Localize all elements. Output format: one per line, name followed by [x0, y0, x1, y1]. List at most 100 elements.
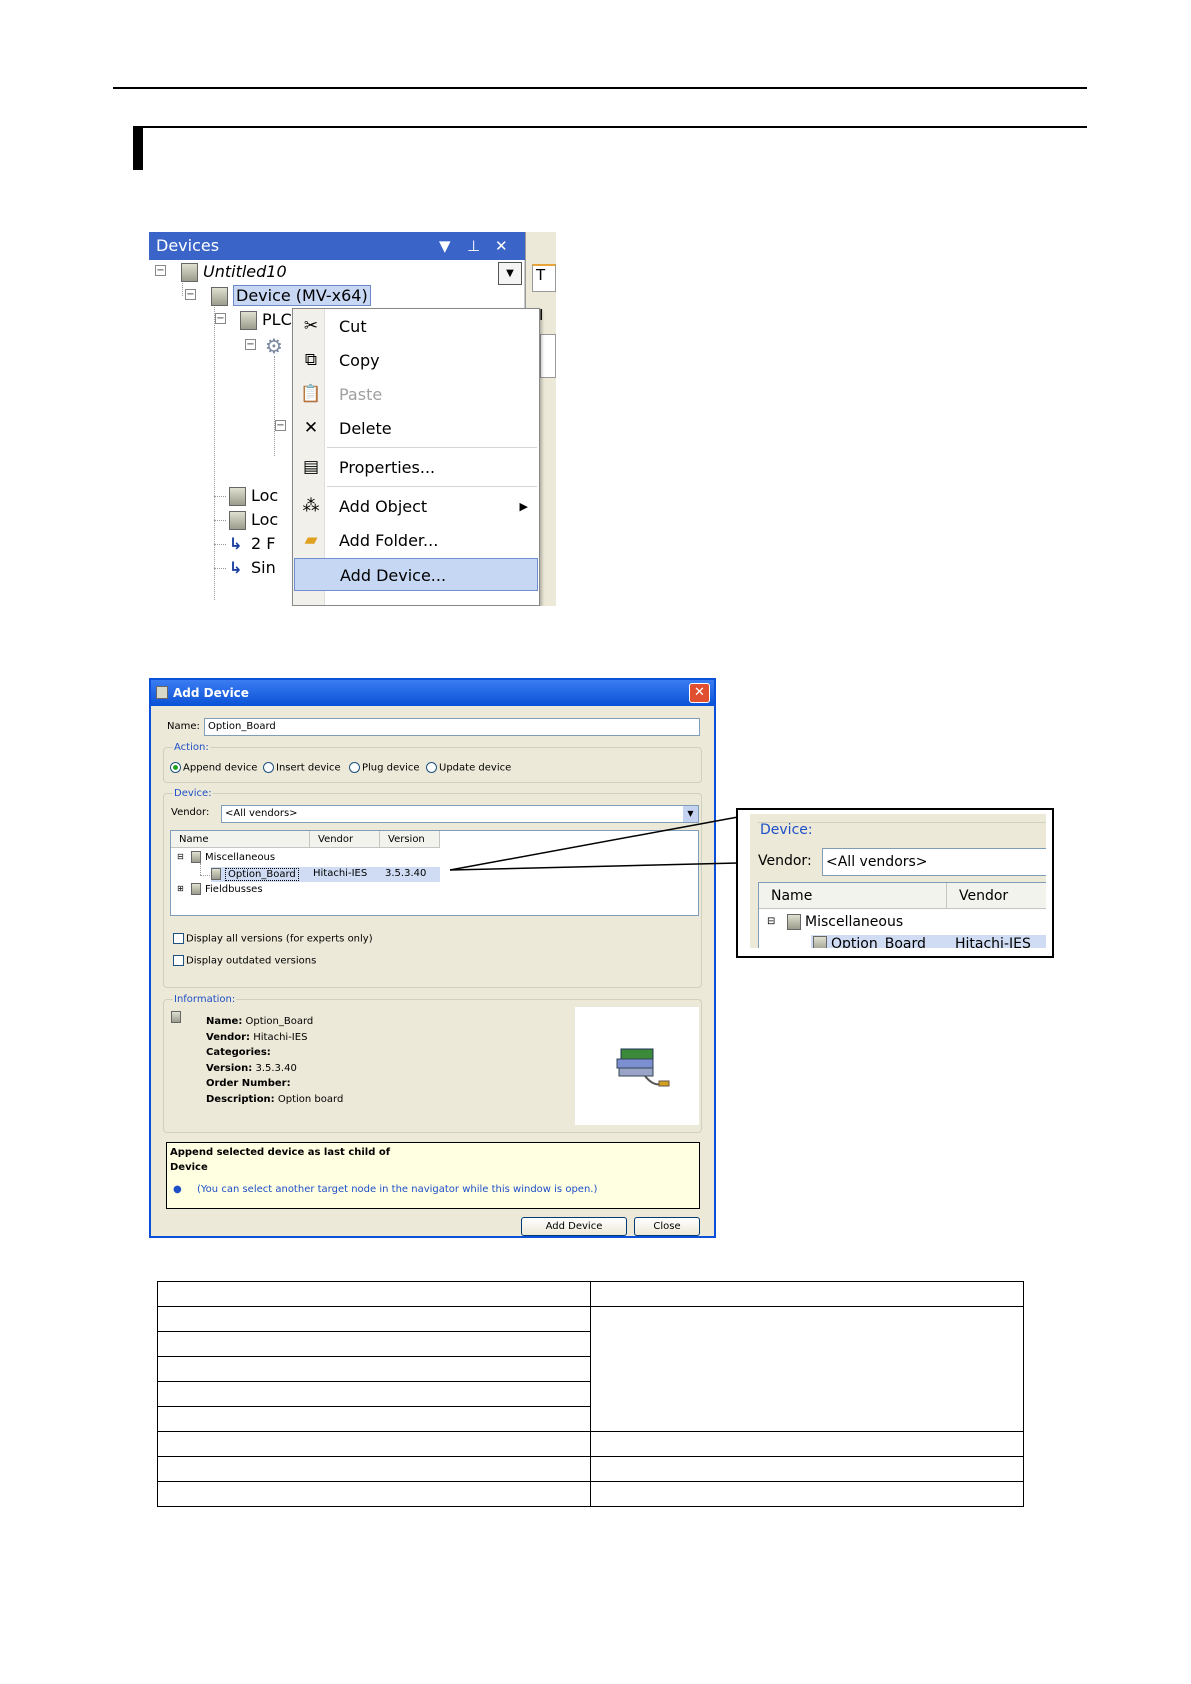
tree-collapse-toggle[interactable]: − — [215, 313, 226, 324]
column-header-name[interactable]: Name — [171, 831, 310, 848]
properties-icon: ▤ — [302, 457, 320, 477]
hint-line-2: Device — [170, 1162, 208, 1173]
name-label: Name: — [167, 721, 200, 732]
zoom-item-option-board[interactable]: Option_Board — [813, 936, 926, 948]
tree-item-sin[interactable]: ↳ Sin — [229, 558, 276, 577]
radio-insert-device[interactable]: Insert device — [263, 762, 341, 774]
zoom-group-miscellaneous[interactable]: Miscellaneous — [787, 914, 903, 930]
device-icon — [813, 936, 827, 948]
table-row — [157, 1456, 1024, 1482]
dropdown-arrow-icon[interactable]: ▼ — [439, 232, 451, 260]
zoom-item-vendor: Hitachi-IES — [955, 936, 1031, 948]
table-row — [157, 1431, 1024, 1457]
zoom-callout: Device: Vendor: <All vendors> Name Vendo… — [736, 808, 1054, 958]
paste-icon: 📋 — [300, 384, 322, 404]
add-device-dialog: Add Device ✕ Name: Option_Board Action: … — [149, 678, 716, 1238]
device-icon — [211, 287, 228, 306]
action-label: Action: — [173, 742, 210, 753]
menu-separator — [327, 447, 537, 448]
name-input[interactable]: Option_Board — [204, 718, 700, 736]
menu-item-delete[interactable]: ✕ Delete — [294, 412, 538, 445]
delete-icon: ✕ — [303, 418, 319, 438]
list-group-miscellaneous[interactable]: Miscellaneous — [191, 851, 275, 863]
zoom-column-name[interactable]: Name — [759, 883, 947, 909]
tree-collapse-toggle[interactable]: ⊟ — [177, 852, 184, 861]
menu-item-add-folder[interactable]: ▰ Add Folder... — [294, 524, 538, 557]
zoom-vendor-select[interactable]: <All vendors> — [822, 848, 1046, 876]
info-icon: ● — [173, 1184, 182, 1195]
axis-icon: ↳ — [229, 534, 243, 553]
tree-collapse-toggle[interactable]: − — [245, 339, 256, 350]
checkbox-display-outdated[interactable]: Display outdated versions — [173, 955, 316, 967]
specification-table — [157, 1281, 1024, 1507]
devices-panel-title: Devices — [156, 236, 220, 255]
menu-item-add-object[interactable]: ⁂ Add Object ▶ — [294, 490, 538, 523]
tree-item-loc-1[interactable]: Loc — [229, 486, 278, 506]
table-row — [157, 1281, 1024, 1307]
zoom-vendor-label: Vendor: — [758, 853, 812, 869]
folder-icon: ▰ — [304, 530, 318, 550]
radio-icon — [349, 762, 360, 773]
menu-item-properties[interactable]: ▤ Properties... — [294, 451, 538, 484]
chevron-down-icon[interactable]: ▼ — [498, 262, 522, 285]
context-menu: ✂ Cut ⧉ Copy 📋 Paste ✕ Delete ▤ Properti… — [292, 308, 540, 606]
menu-item-paste: 📋 Paste — [300, 384, 383, 404]
option-board-icon — [616, 1048, 670, 1087]
device-icon — [191, 883, 201, 895]
device-icon — [156, 686, 168, 699]
list-item-version: 3.5.3.40 — [385, 868, 427, 879]
tree-item-2f[interactable]: ↳ 2 F — [229, 534, 275, 553]
device-icon — [191, 851, 201, 863]
device-info-text: Name: Option_Board Vendor: Hitachi-IES C… — [206, 1016, 344, 1105]
zoom-column-vendor[interactable]: Vendor — [947, 883, 1046, 909]
gear-icon: ⚙ — [265, 334, 283, 358]
checkbox-display-all-versions[interactable]: Display all versions (for experts only) — [173, 933, 373, 945]
menu-item-copy[interactable]: ⧉ Copy — [294, 344, 538, 377]
dialog-close-button[interactable]: ✕ — [689, 683, 710, 703]
scissors-icon: ✂ — [303, 316, 319, 336]
table-row — [157, 1481, 1024, 1507]
tree-expand-toggle[interactable]: ⊞ — [177, 884, 184, 893]
menu-item-add-device[interactable]: Add Device... — [294, 558, 538, 591]
zoom-device-label: Device: — [760, 822, 813, 838]
tree-item-device[interactable]: Device (MV-x64) — [211, 285, 371, 306]
section-heading-rule — [133, 126, 1087, 128]
devices-panel-screenshot: Devices ▼ ⊥ ✕ T I − Untitled10 ▼ − Devic… — [149, 232, 556, 606]
device-icon — [211, 868, 221, 880]
tree-item-project[interactable]: Untitled10 — [181, 262, 287, 282]
add-object-icon: ⁂ — [302, 496, 320, 516]
tree-item-loc-2[interactable]: Loc — [229, 510, 278, 530]
radio-append-device[interactable]: Append device — [170, 762, 257, 774]
menu-item-cut[interactable]: ✂ Cut — [294, 310, 538, 343]
pin-icon[interactable]: ⊥ — [467, 232, 480, 260]
copy-icon: ⧉ — [304, 350, 318, 370]
hint-line-1: Append selected device as last child of — [170, 1147, 391, 1158]
column-header-vendor[interactable]: Vendor — [310, 831, 380, 848]
radio-selected-icon — [170, 762, 181, 773]
radio-update-device[interactable]: Update device — [426, 762, 511, 774]
list-group-fieldbusses[interactable]: Fieldbusses — [191, 883, 263, 895]
information-label: Information: — [173, 994, 237, 1005]
hint-panel: Append selected device as last child of … — [166, 1142, 700, 1209]
device-icon — [229, 487, 246, 506]
add-device-button[interactable]: Add Device — [521, 1217, 627, 1236]
tree-collapse-toggle[interactable]: − — [185, 289, 196, 300]
close-button[interactable]: Close — [634, 1217, 700, 1236]
axis-icon: ↳ — [229, 558, 243, 577]
editor-tab[interactable]: T — [532, 264, 556, 292]
list-item-option-board[interactable]: Option_Board — [211, 868, 299, 881]
tree-collapse-toggle[interactable]: ⊟ — [767, 916, 775, 927]
tree-item-plc[interactable]: PLC — [240, 310, 292, 330]
device-group-label: Device: — [173, 788, 213, 799]
radio-icon — [263, 762, 274, 773]
vendor-label: Vendor: — [171, 807, 210, 818]
column-header-version[interactable]: Version — [380, 831, 440, 848]
device-icon — [171, 1011, 181, 1023]
hint-note: (You can select another target node in t… — [197, 1184, 598, 1195]
tree-collapse-toggle[interactable]: − — [155, 265, 166, 276]
radio-plug-device[interactable]: Plug device — [349, 762, 420, 774]
tree-collapse-toggle[interactable]: − — [275, 420, 286, 431]
header-rule — [113, 87, 1087, 89]
plc-logic-icon — [240, 311, 257, 330]
close-icon[interactable]: ✕ — [495, 232, 508, 260]
